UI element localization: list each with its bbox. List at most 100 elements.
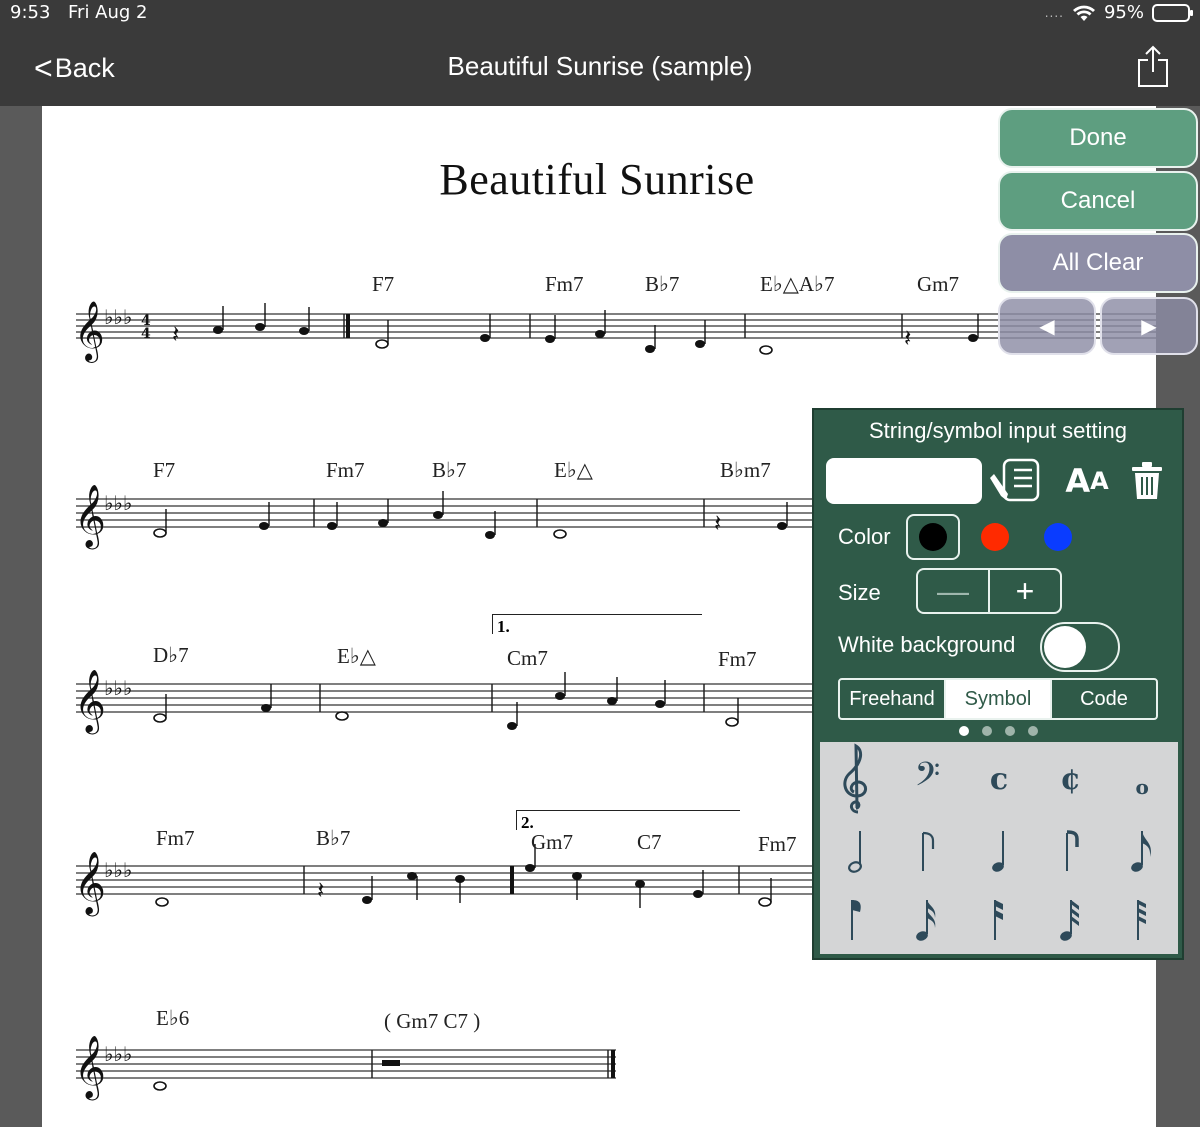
svg-text:𝄞: 𝄞 [74, 1035, 106, 1101]
bass-clef-symbol[interactable]: 𝄢 [892, 742, 964, 816]
chord-label: F7 [153, 458, 176, 482]
tab-code[interactable]: Code [1050, 680, 1156, 718]
sixteenth-note-symbol[interactable] [892, 885, 964, 954]
edit-text-button[interactable] [988, 458, 1044, 504]
quarter-note-up-symbol[interactable] [1035, 816, 1107, 885]
white-background-label: White background [838, 632, 1016, 657]
svg-text:𝄞: 𝄞 [74, 669, 106, 735]
chord-label: E♭△A♭7 [760, 272, 835, 296]
color-label: Color [838, 524, 891, 549]
string-input[interactable] [826, 458, 982, 504]
cut-time-symbol[interactable]: ¢ [1035, 742, 1107, 816]
svg-text:♭♭♭: ♭♭♭ [104, 676, 132, 700]
thirty-second-note-icon [1059, 899, 1079, 941]
svg-text:♭♭♭: ♭♭♭ [104, 305, 132, 329]
chord-label: D♭7 [153, 643, 189, 667]
chord-label: E♭△ [337, 644, 376, 668]
page-dot[interactable] [1004, 726, 1015, 736]
treble-clef-symbol[interactable] [820, 742, 892, 816]
svg-text:𝄞: 𝄞 [74, 301, 105, 363]
tab-freehand[interactable]: Freehand [840, 680, 944, 718]
svg-text:♭♭♭: ♭♭♭ [104, 491, 132, 515]
half-note-down-icon [847, 830, 862, 873]
quarter-note-down-symbol[interactable] [963, 816, 1035, 885]
half-note-flag-icon [922, 831, 935, 871]
cut-time-icon: ¢ [1060, 761, 1082, 797]
thirty-second-note-symbol[interactable] [1035, 885, 1107, 954]
half-note-down-symbol[interactable] [820, 816, 892, 885]
all-clear-button[interactable]: All Clear [998, 233, 1198, 293]
chord-label: Fm7 [545, 272, 584, 296]
svg-text:𝄽: 𝄽 [317, 876, 324, 904]
signal-dots: .... [1044, 5, 1064, 20]
cancel-button[interactable]: Cancel [998, 171, 1198, 231]
page-dot[interactable] [958, 726, 969, 736]
svg-text:♭♭♭: ♭♭♭ [104, 858, 132, 882]
chord-label: B♭7 [645, 272, 680, 296]
ending-bracket-2: 2. [516, 810, 740, 832]
whole-note-icon: o [1135, 775, 1149, 799]
chord-label: E♭6 [156, 1006, 190, 1030]
chord-label: F7 [372, 272, 395, 296]
next-button[interactable]: ▶ [1100, 297, 1198, 355]
chord-label: Gm7 [917, 272, 959, 296]
svg-text:𝄞: 𝄞 [74, 484, 106, 550]
chord-label: B♭m7 [720, 458, 771, 482]
thirty-second-note-down-icon [1137, 899, 1147, 940]
page-title: Beautiful Sunrise (sample) [447, 51, 753, 81]
size-label: Size [838, 580, 881, 605]
page-dot[interactable] [981, 726, 992, 736]
half-note-up-symbol[interactable] [892, 816, 964, 885]
triangle-right-icon: ▶ [1141, 314, 1157, 338]
font-size-icon-small: A [1090, 467, 1109, 495]
trash-icon [1132, 462, 1162, 499]
chord-label: Fm7 [156, 826, 195, 850]
chord-label: E♭△ [554, 458, 593, 482]
svg-text:𝄞: 𝄞 [74, 851, 106, 917]
common-time-symbol[interactable]: c [963, 742, 1035, 816]
chord-label: B♭7 [316, 826, 351, 850]
treble-clef-icon [843, 743, 867, 814]
size-increase-button[interactable]: + [990, 570, 1060, 612]
quarter-note-icon [992, 830, 1004, 872]
size-stepper[interactable]: — + [916, 568, 1062, 614]
panel-title: String/symbol input setting [868, 418, 1128, 443]
share-icon[interactable] [1136, 44, 1170, 88]
eighth-note-symbol[interactable] [1106, 816, 1178, 885]
color-red-swatch[interactable] [981, 523, 1009, 551]
done-button[interactable]: Done [998, 108, 1198, 168]
color-black-swatch[interactable] [919, 523, 947, 551]
color-blue-swatch[interactable] [1044, 523, 1072, 551]
battery-icon [1152, 3, 1193, 22]
quarter-note-flag-icon [1065, 829, 1079, 871]
sixteenth-note-down-symbol[interactable] [963, 885, 1035, 954]
tab-symbol[interactable]: Symbol [944, 680, 1050, 718]
white-background-toggle[interactable] [1040, 622, 1120, 672]
svg-text:♭♭♭: ♭♭♭ [104, 1042, 132, 1066]
chord-label: Cm7 [507, 646, 548, 670]
eighth-note-down-symbol[interactable] [820, 885, 892, 954]
eighth-note-down-icon [850, 899, 861, 940]
chord-label: Fm7 [718, 647, 757, 671]
whole-note-symbol[interactable]: o [1106, 742, 1178, 816]
font-size-icon: A [1065, 462, 1091, 500]
top-bar: 9:53 Fri Aug 2 .... 95% < Back Beautiful… [0, 0, 1200, 106]
chord-label: B♭7 [432, 458, 467, 482]
chord-label: ( Gm7 C7 ) [384, 1009, 481, 1033]
bass-clef-icon: 𝄢 [914, 756, 941, 802]
page-dot[interactable] [1027, 726, 1038, 736]
status-time: 9:53 [10, 2, 51, 23]
font-size-button[interactable]: AA [1062, 458, 1112, 504]
previous-button[interactable]: ◀ [998, 297, 1096, 355]
wifi-icon [1072, 5, 1095, 21]
triangle-left-icon: ◀ [1039, 314, 1055, 338]
svg-text:𝄽: 𝄽 [904, 324, 911, 352]
input-mode-segmented-control[interactable]: Freehand Symbol Code [838, 678, 1158, 720]
svg-text:4: 4 [141, 326, 151, 342]
eighth-note-icon [1131, 830, 1152, 872]
size-decrease-button[interactable]: — [918, 570, 990, 612]
delete-button[interactable] [1124, 458, 1170, 504]
sixteenth-note-icon [916, 899, 936, 941]
thirty-second-note-down-symbol[interactable] [1106, 885, 1178, 954]
chord-label: Fm7 [758, 832, 797, 856]
